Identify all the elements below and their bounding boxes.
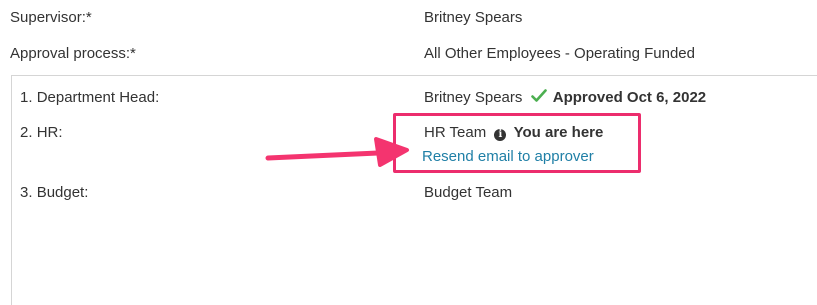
approval-page: Supervisor:* Britney Spears Approval pro… [0,0,817,305]
pointer-arrow-annotation [265,137,409,167]
